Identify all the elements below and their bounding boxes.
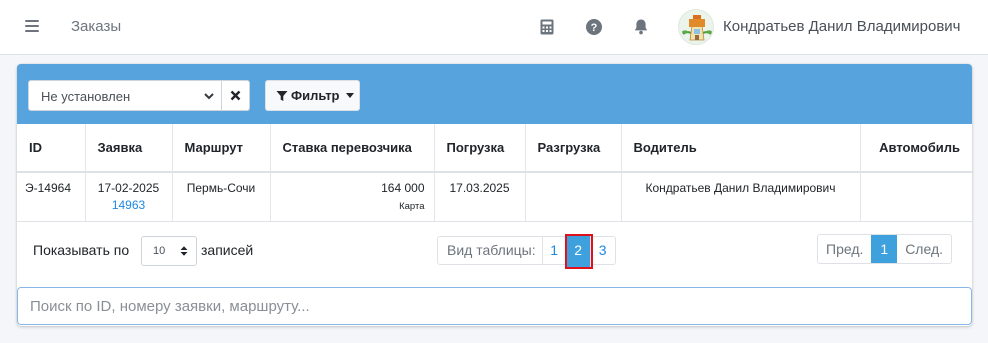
cell-loading: 17.03.2025: [434, 172, 526, 222]
clear-status-button[interactable]: [222, 80, 250, 111]
column-header-unloading[interactable]: Разгрузка: [525, 124, 622, 173]
menu-icon[interactable]: [25, 20, 39, 32]
column-header-driver[interactable]: Водитель: [621, 124, 861, 173]
table-header-row: ID Заявка Маршрут Ставка перевозчика Пог…: [17, 124, 972, 173]
column-header-loading[interactable]: Погрузка: [434, 124, 526, 173]
cell-driver: Кондратьев Данил Владимирович: [621, 172, 861, 222]
close-icon: [230, 90, 241, 101]
per-page-suffix: записей: [201, 242, 254, 258]
user-name[interactable]: Кондратьев Данил Владимирович: [723, 18, 961, 35]
orders-table: ID Заявка Маршрут Ставка перевозчика Пог…: [17, 124, 972, 222]
per-page-label: Показывать по: [33, 242, 130, 258]
chevron-down-icon: [204, 93, 214, 100]
table-view-switcher: Вид таблицы: 1 2 3: [437, 234, 616, 269]
table-view-option-3[interactable]: 3: [591, 237, 615, 264]
prev-page-button[interactable]: Пред.: [818, 235, 871, 263]
rate-amount: 164 000: [381, 181, 425, 195]
table-view-option-2[interactable]: 2: [564, 234, 593, 269]
status-select[interactable]: Не установлен: [28, 80, 222, 111]
table-view-option-1[interactable]: 1: [543, 237, 567, 264]
filter-icon: [276, 90, 288, 101]
cell-request: 17-02-2025 14963: [85, 172, 173, 222]
filter-button-label: Фильтр: [291, 88, 340, 103]
help-icon[interactable]: ?: [585, 17, 603, 37]
page-title: Заказы: [71, 18, 122, 35]
bell-icon[interactable]: [632, 17, 650, 37]
column-header-route[interactable]: Маршрут: [172, 124, 271, 173]
per-page-select[interactable]: 10: [141, 236, 197, 266]
pagination: Пред. 1 След.: [817, 234, 953, 264]
page-button-current[interactable]: 1: [871, 235, 898, 263]
rate-payment-type: Карта: [399, 201, 425, 212]
cell-unloading: [525, 172, 622, 222]
table-row[interactable]: Э-14964 17-02-2025 14963 Пермь-Сочи 164 …: [17, 172, 972, 222]
table-view-label: Вид таблицы:: [438, 237, 543, 264]
calculator-icon[interactable]: [538, 17, 556, 37]
column-header-id[interactable]: ID: [17, 124, 86, 173]
cell-id: Э-14964: [17, 172, 86, 222]
search-input[interactable]: [18, 288, 971, 324]
request-date: 17-02-2025: [97, 181, 160, 195]
column-header-rate[interactable]: Ставка перевозчика: [270, 124, 435, 173]
search-box: [17, 287, 972, 325]
request-number-link[interactable]: 14963: [86, 198, 172, 212]
status-select-value: Не установлен: [41, 89, 131, 104]
updown-arrows-icon: [180, 246, 188, 256]
filter-button[interactable]: Фильтр: [265, 80, 360, 111]
cell-vehicle: [860, 172, 972, 222]
table-footer: Показывать по 10 записей Вид таблицы: 1 …: [17, 233, 972, 283]
caret-down-icon: [345, 93, 354, 98]
cell-route: Пермь-Сочи: [172, 172, 271, 222]
top-navbar: Заказы ? Кондратьев Данил Владимирович: [0, 0, 988, 55]
avatar[interactable]: [678, 9, 714, 45]
card-header: Не установлен Фильтр: [17, 64, 972, 124]
cell-rate: 164 000 Карта: [270, 172, 435, 222]
column-header-request[interactable]: Заявка: [85, 124, 173, 173]
svg-text:?: ?: [591, 22, 598, 34]
per-page-value: 10: [153, 245, 166, 257]
column-header-vehicle[interactable]: Автомобиль: [860, 124, 972, 173]
next-page-button[interactable]: След.: [897, 235, 951, 263]
